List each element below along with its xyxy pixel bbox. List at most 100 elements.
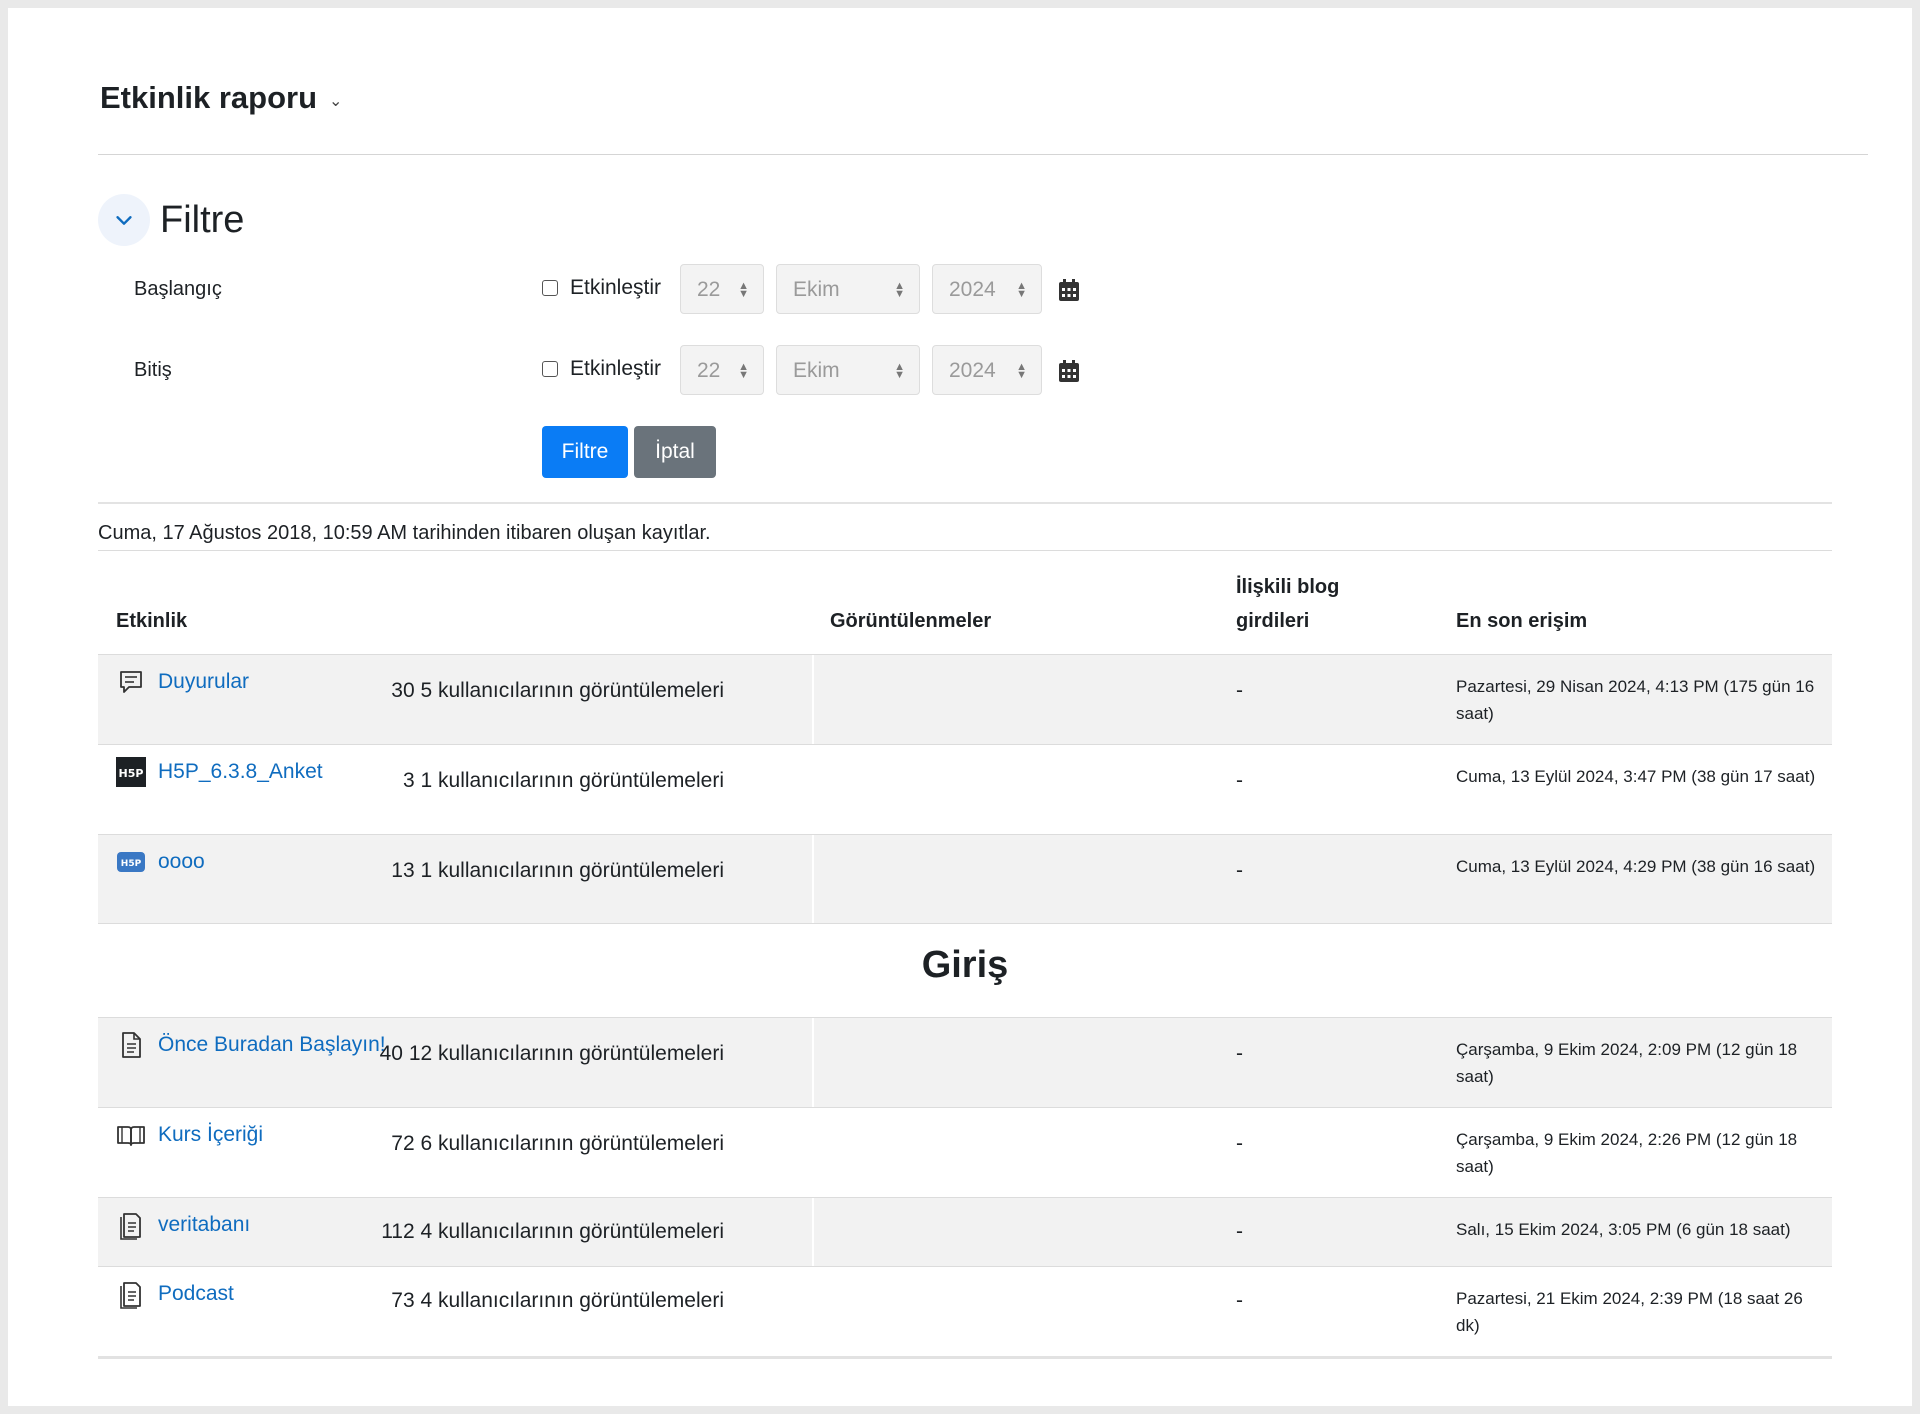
select-arrows-icon: ▲ ▼: [738, 280, 749, 300]
end-enable-checkbox[interactable]: [542, 361, 558, 377]
start-month-value: Ekim: [793, 278, 840, 301]
page: Etkinlik raporu ⌄ Filtre Başlangıç Etkin…: [8, 8, 1912, 1406]
start-enable[interactable]: Etkinleştir: [542, 276, 661, 300]
page-icon: [116, 1030, 146, 1060]
end-day-value: 22: [697, 359, 721, 382]
cancel-button[interactable]: İptal: [634, 426, 716, 478]
calendar-icon[interactable]: [1058, 359, 1080, 383]
report-header[interactable]: Etkinlik raporu ⌄: [100, 80, 342, 116]
col-last-access[interactable]: En son erişim: [1456, 610, 1587, 633]
start-month-select[interactable]: Ekim ▲ ▼: [776, 264, 920, 314]
views-cell: 73 4 kullanıcılarının görüntülemeleri: [391, 1289, 724, 1312]
last-access-cell: Pazartesi, 29 Nisan 2024, 4:13 PM (175 g…: [1456, 677, 1815, 723]
last-access-cell: Salı, 15 Ekim 2024, 3:05 PM (6 gün 18 sa…: [1456, 1220, 1791, 1239]
start-enable-checkbox[interactable]: [542, 280, 558, 296]
end-month-select[interactable]: Ekim ▲ ▼: [776, 345, 920, 395]
calendar-icon[interactable]: [1058, 278, 1080, 302]
table-row: Kurs İçeriği 72 6 kullanıcılarının görün…: [98, 1108, 1832, 1197]
divider: [98, 1356, 1832, 1359]
forum-icon: [116, 667, 146, 697]
col-activity[interactable]: Etkinlik: [116, 610, 187, 633]
activity-link[interactable]: Podcast: [158, 1282, 234, 1306]
table-row: H5P oooo 13 1 kullanıcılarının görüntüle…: [98, 835, 1832, 923]
start-day-select[interactable]: 22 ▲ ▼: [680, 264, 764, 314]
select-arrows-icon: ▲ ▼: [894, 280, 905, 300]
views-cell: 3 1 kullanıcılarının görüntülemeleri: [402, 769, 724, 792]
last-access-cell: Çarşamba, 9 Ekim 2024, 2:09 PM (12 gün 1…: [1456, 1040, 1798, 1086]
end-enable[interactable]: Etkinleştir: [542, 357, 661, 381]
filter-section-header: Filtre: [98, 194, 244, 246]
start-year-select[interactable]: 2024 ▲ ▼: [932, 264, 1042, 314]
end-year-select[interactable]: 2024 ▲ ▼: [932, 345, 1042, 395]
end-day-select[interactable]: 22 ▲ ▼: [680, 345, 764, 395]
col-blog-line2[interactable]: girdileri: [1236, 610, 1309, 633]
start-label: Başlangıç: [134, 278, 222, 300]
blog-cell: -: [1236, 1220, 1243, 1243]
table-row: Podcast 73 4 kullanıcılarının görüntülem…: [98, 1267, 1832, 1356]
last-access-cell: Cuma, 13 Eylül 2024, 3:47 PM (38 gün 17 …: [1456, 767, 1816, 786]
filter-title: Filtre: [160, 198, 245, 241]
blog-cell: -: [1236, 679, 1243, 702]
svg-text:H5P: H5P: [119, 767, 144, 780]
activity-cell: Kurs İçeriği: [116, 1120, 263, 1150]
divider: [98, 923, 1832, 924]
activity-cell: H5P H5P_6.3.8_Anket: [116, 757, 323, 787]
end-label: Bitiş: [134, 359, 172, 381]
activity-link[interactable]: Duyurular: [158, 670, 249, 694]
filter-button[interactable]: Filtre: [542, 426, 628, 478]
table-row: Duyurular 30 5 kullanıcılarının görüntül…: [98, 655, 1832, 744]
activity-cell: Duyurular: [116, 667, 249, 697]
table-row: Önce Buradan Başlayın! 40 12 kullanıcıla…: [98, 1018, 1832, 1107]
table-row: veritabanı 112 4 kullanıcılarının görünt…: [98, 1198, 1832, 1266]
select-arrows-icon: ▲ ▼: [738, 361, 749, 381]
activity-cell: Önce Buradan Başlayın!: [116, 1030, 386, 1060]
since-text: Cuma, 17 Ağustos 2018, 10:59 AM tarihind…: [98, 522, 711, 544]
col-blog-line1[interactable]: İlişkili blog: [1236, 576, 1339, 599]
start-day-value: 22: [697, 278, 721, 301]
resource-icon: [116, 1279, 146, 1309]
views-cell: 30 5 kullanıcılarının görüntülemeleri: [391, 679, 724, 702]
page-title: Etkinlik raporu: [100, 80, 318, 115]
chevron-down-icon[interactable]: ⌄: [329, 91, 342, 111]
h5p-icon: H5P: [116, 757, 146, 787]
table-row: H5P H5P_6.3.8_Anket 3 1 kullanıcılarının…: [98, 745, 1832, 834]
divider: [98, 154, 1868, 155]
col-views[interactable]: Görüntülenmeler: [830, 610, 991, 633]
views-cell: 72 6 kullanıcılarının görüntülemeleri: [391, 1132, 724, 1155]
select-arrows-icon: ▲ ▼: [894, 361, 905, 381]
start-year-value: 2024: [949, 278, 996, 301]
book-icon: [116, 1120, 146, 1150]
end-enable-label: Etkinleştir: [570, 357, 662, 380]
last-access-cell: Cuma, 13 Eylül 2024, 4:29 PM (38 gün 16 …: [1456, 857, 1816, 876]
last-access-cell: Pazartesi, 21 Ekim 2024, 2:39 PM (18 saa…: [1456, 1289, 1803, 1335]
activity-link[interactable]: Önce Buradan Başlayın!: [158, 1033, 386, 1057]
activity-link[interactable]: H5P_6.3.8_Anket: [158, 760, 323, 784]
views-cell: 13 1 kullanıcılarının görüntülemeleri: [391, 859, 724, 882]
select-arrows-icon: ▲ ▼: [1016, 361, 1027, 381]
activity-link[interactable]: Kurs İçeriği: [158, 1123, 263, 1147]
start-enable-label: Etkinleştir: [570, 276, 662, 299]
divider: [98, 550, 1832, 551]
activity-cell: Podcast: [116, 1279, 234, 1309]
blog-cell: -: [1236, 1042, 1243, 1065]
end-month-value: Ekim: [793, 359, 840, 382]
resource-icon: [116, 1210, 146, 1240]
divider: [98, 502, 1832, 504]
activity-cell: veritabanı: [116, 1210, 250, 1240]
svg-text:H5P: H5P: [121, 859, 142, 869]
blog-cell: -: [1236, 1289, 1243, 1312]
h5p-activity-icon: H5P: [116, 847, 146, 877]
section-title: Giriş: [921, 944, 1009, 986]
views-cell: 112 4 kullanıcılarının görüntülemeleri: [381, 1220, 724, 1243]
end-year-value: 2024: [949, 359, 996, 382]
filter-end-row: Bitiş Etkinleştir 22 ▲ ▼ Ekim ▲ ▼ 2024 ▲ ▼: [98, 345, 1098, 397]
last-access-cell: Çarşamba, 9 Ekim 2024, 2:26 PM (12 gün 1…: [1456, 1130, 1798, 1176]
blog-cell: -: [1236, 1132, 1243, 1155]
collapse-toggle-button[interactable]: [98, 194, 150, 246]
views-cell: 40 12 kullanıcılarının görüntülemeleri: [379, 1042, 724, 1065]
filter-start-row: Başlangıç Etkinleştir 22 ▲ ▼ Ekim ▲ ▼ 2024…: [98, 264, 1098, 316]
activity-link[interactable]: oooo: [158, 850, 205, 874]
blog-cell: -: [1236, 859, 1243, 882]
select-arrows-icon: ▲ ▼: [1016, 280, 1027, 300]
activity-link[interactable]: veritabanı: [158, 1213, 250, 1237]
